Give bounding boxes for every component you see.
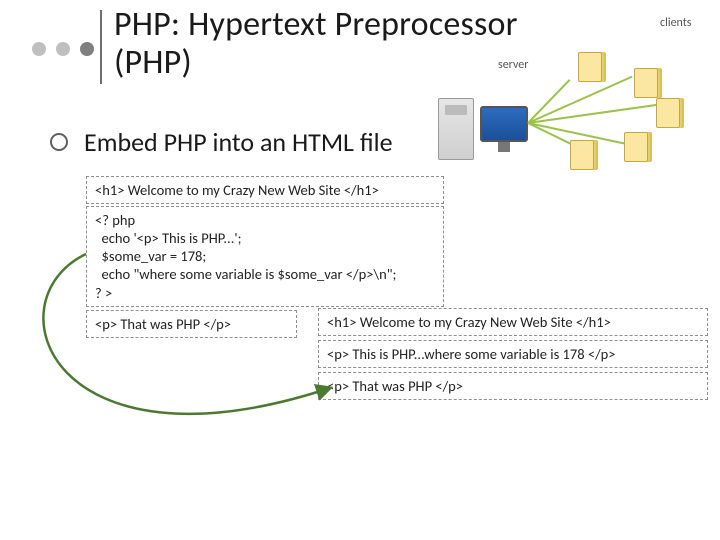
code-source-php: <? php echo '<p> This is PHP...'; $some_… [86,206,444,307]
client-doc-icon [570,140,594,170]
clients-label: clients [660,16,691,30]
code-source-p: <p> That was PHP </p> [86,310,297,338]
code-source-h1: <h1> Welcome to my Crazy New Web Site </… [86,176,444,204]
client-doc-icon [578,52,602,82]
bullet-text: Embed PHP into an HTML file [84,126,393,158]
server-monitor-icon [480,106,528,142]
server-label: server [498,58,528,72]
client-doc-icon [634,68,658,98]
dot-icon [32,42,46,56]
dot-icon [56,42,70,56]
code-output-p2: <p> That was PHP </p> [318,372,708,400]
bullet-icon [50,133,68,151]
server-tower-icon [438,98,474,160]
title-divider [100,10,102,84]
client-doc-icon [624,132,648,162]
slide-marker-dots [32,42,94,56]
code-output-h1: <h1> Welcome to my Crazy New Web Site </… [318,308,708,336]
server-clients-diagram: server clients [428,58,708,178]
title-line2: (PHP) [114,42,192,83]
client-doc-icon [656,98,680,128]
dot-icon [80,42,94,56]
code-output-p1: <p> This is PHP...where some variable is… [318,340,708,368]
bullet-row: Embed PHP into an HTML file [50,126,393,158]
title-line1: PHP: Hypertext Preprocessor [114,4,518,45]
